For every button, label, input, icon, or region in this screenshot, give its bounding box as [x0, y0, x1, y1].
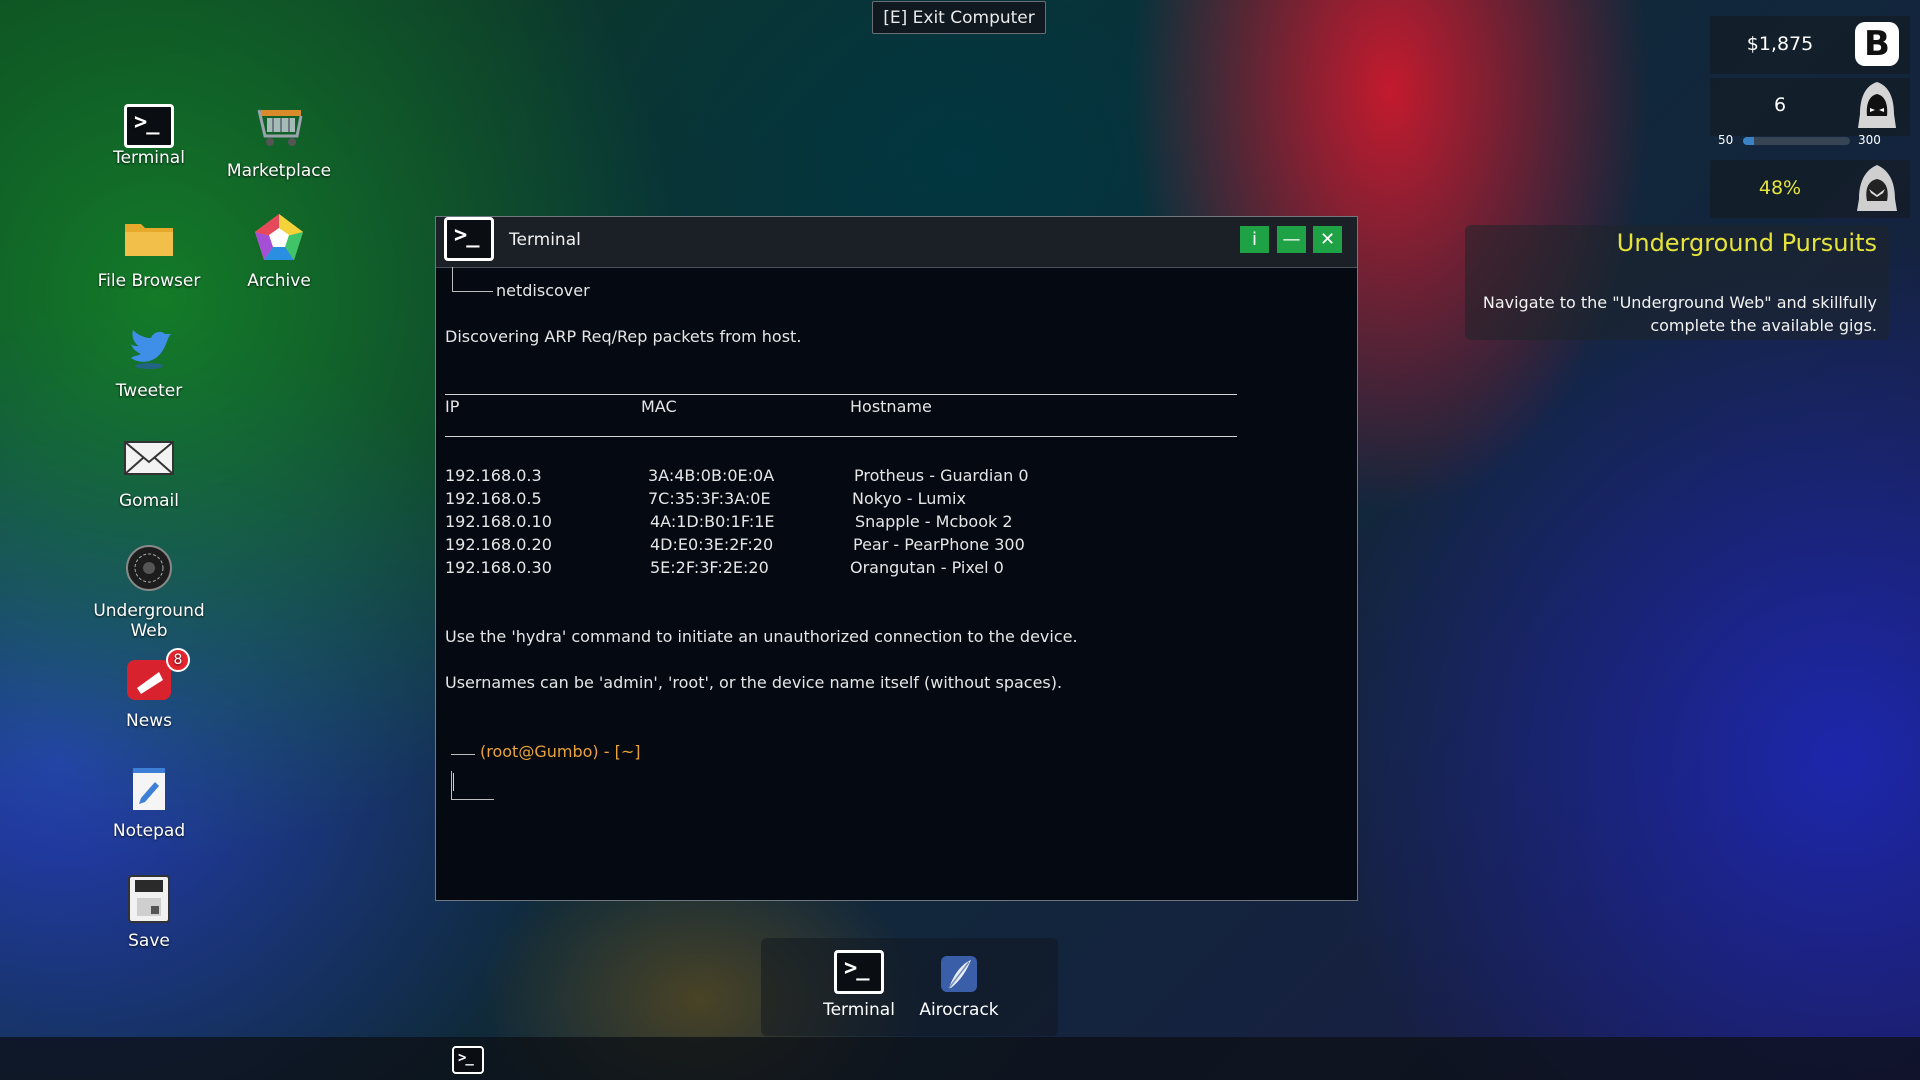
folder-icon: [125, 224, 173, 256]
desktop-icon-archive[interactable]: Archive: [209, 210, 349, 291]
terminal-icon: >_: [444, 217, 494, 261]
money-value: $1,875: [1746, 33, 1814, 55]
desktop-icon-label: Save: [128, 931, 170, 951]
dark-web-emblem-icon: [126, 545, 172, 591]
desktop-icon-label: Terminal: [113, 148, 185, 168]
discovering-message: Discovering ARP Req/Rep packets from hos…: [445, 327, 802, 346]
minimize-button[interactable]: —: [1277, 226, 1306, 253]
save-floppy-icon: [128, 875, 170, 923]
prompt-connector: [451, 754, 475, 755]
mail-envelope-icon: [124, 441, 174, 475]
desktop-icon-tweeter[interactable]: Tweeter: [79, 320, 219, 401]
desktop-icon-file-browser[interactable]: File Browser: [79, 210, 219, 291]
terminal-icon: >_: [834, 950, 884, 994]
desktop-icon-label: Marketplace: [226, 161, 332, 181]
shell-prompt: (root@Gumbo) - [~]: [480, 742, 641, 761]
window-title: Terminal: [509, 230, 581, 250]
xp-min-label: 50: [1718, 133, 1734, 147]
desktop-icon-save[interactable]: Save: [79, 870, 219, 951]
quest-title: Underground Pursuits: [1616, 229, 1877, 257]
hacker-hood-icon: [1858, 82, 1896, 128]
row-ip: 192.168.0.3: [445, 466, 542, 485]
row-ip: 192.168.0.20: [445, 535, 552, 554]
dock-item-airocrack[interactable]: Airocrack: [909, 950, 1009, 1020]
row-hostname: Protheus - Guardian 0: [854, 466, 1029, 485]
row-hostname: Nokyo - Lumix: [852, 489, 966, 508]
airocrack-feather-icon: [941, 956, 977, 992]
row-hostname: Orangutan - Pixel 0: [850, 558, 1004, 577]
xp-max-label: 300: [1858, 133, 1881, 147]
desktop-icon-label: Tweeter: [115, 381, 183, 401]
command-line: netdiscover: [496, 281, 590, 300]
percent-value: 48%: [1758, 177, 1802, 199]
row-mac: 7C:35:3F:3A:0E: [648, 489, 771, 508]
prompt-tree-line: [451, 771, 494, 800]
row-mac: 3A:4B:0B:0E:0A: [648, 466, 775, 485]
quest-description: Navigate to the "Underground Web" and sk…: [1482, 293, 1877, 335]
column-header-mac: MAC: [641, 397, 677, 416]
row-mac: 5E:2F:3F:2E:20: [650, 558, 769, 577]
column-header-ip: IP: [445, 397, 460, 416]
desktop-icon-label: News: [126, 711, 172, 731]
taskbar-terminal-button[interactable]: >_: [452, 1046, 484, 1074]
column-header-hostname: Hostname: [850, 397, 932, 416]
desktop-icon-label: Notepad: [112, 821, 186, 841]
terminal-output[interactable]: netdiscover Discovering ARP Req/Rep pack…: [445, 267, 1347, 890]
tree-connector: [452, 267, 493, 292]
desktop-icon-underground-web[interactable]: Underground Web: [79, 540, 219, 641]
desktop-icon-terminal[interactable]: >_ Terminal: [79, 100, 219, 168]
row-hostname: Snapple - Mcbook 2: [855, 512, 1013, 531]
dock-item-label: Terminal: [823, 1000, 895, 1020]
info-button[interactable]: i: [1240, 226, 1269, 253]
desktop-icon-label: Archive: [247, 271, 311, 291]
row-ip: 192.168.0.30: [445, 558, 552, 577]
terminal-icon: >_: [458, 1050, 474, 1066]
brand-b-icon: B: [1855, 22, 1899, 66]
exit-computer-hint[interactable]: [E] Exit Computer: [872, 1, 1046, 34]
table-separator-bottom: [445, 436, 1237, 437]
terminal-window-titlebar[interactable]: >_ Terminal i — ✕: [436, 217, 1357, 268]
notification-badge: 8: [166, 648, 190, 672]
desktop-icon-gomail[interactable]: Gomail: [79, 430, 219, 511]
archive-pentagon-icon: [255, 214, 303, 260]
terminal-window[interactable]: >_ Terminal i — ✕ netdiscover Discoverin…: [435, 216, 1358, 901]
masked-agent-icon: [1857, 165, 1897, 211]
row-ip: 192.168.0.10: [445, 512, 552, 531]
row-mac: 4D:E0:3E:2F:20: [650, 535, 774, 554]
table-separator-top: [445, 394, 1237, 395]
desktop-icon-label: Gomail: [119, 491, 179, 511]
dock-item-terminal[interactable]: >_ Terminal: [809, 950, 909, 1020]
xp-progress-fill: [1743, 137, 1754, 145]
usernames-hint: Usernames can be 'admin', 'root', or the…: [445, 673, 1063, 692]
row-mac: 4A:1D:B0:1F:1E: [650, 512, 775, 531]
shopping-cart-icon: [257, 109, 303, 146]
desktop-icon-label: File Browser: [97, 271, 201, 291]
taskbar: >_: [0, 1037, 1920, 1080]
hydra-hint: Use the 'hydra' command to initiate an u…: [445, 627, 1078, 646]
bird-icon: [131, 330, 171, 369]
text-cursor[interactable]: [453, 773, 454, 791]
desktop-icon-marketplace[interactable]: Marketplace: [209, 100, 349, 181]
desktop-icon-notepad[interactable]: Notepad: [79, 760, 219, 841]
desktop-icon-news[interactable]: 8 News: [79, 648, 219, 731]
row-ip: 192.168.0.5: [445, 489, 542, 508]
level-value: 6: [1773, 94, 1787, 116]
terminal-icon: >_: [124, 104, 174, 148]
notepad-icon: [133, 768, 165, 810]
xp-progress-bar: [1743, 137, 1850, 145]
dock-item-label: Airocrack: [919, 1000, 999, 1020]
row-hostname: Pear - PearPhone 300: [853, 535, 1025, 554]
close-button[interactable]: ✕: [1313, 226, 1342, 253]
quest-panel: Underground Pursuits Navigate to the "Un…: [1465, 225, 1889, 340]
desktop-icon-label: Underground Web: [93, 601, 205, 641]
app-dock: >_ Terminal Airocrack: [761, 938, 1058, 1036]
